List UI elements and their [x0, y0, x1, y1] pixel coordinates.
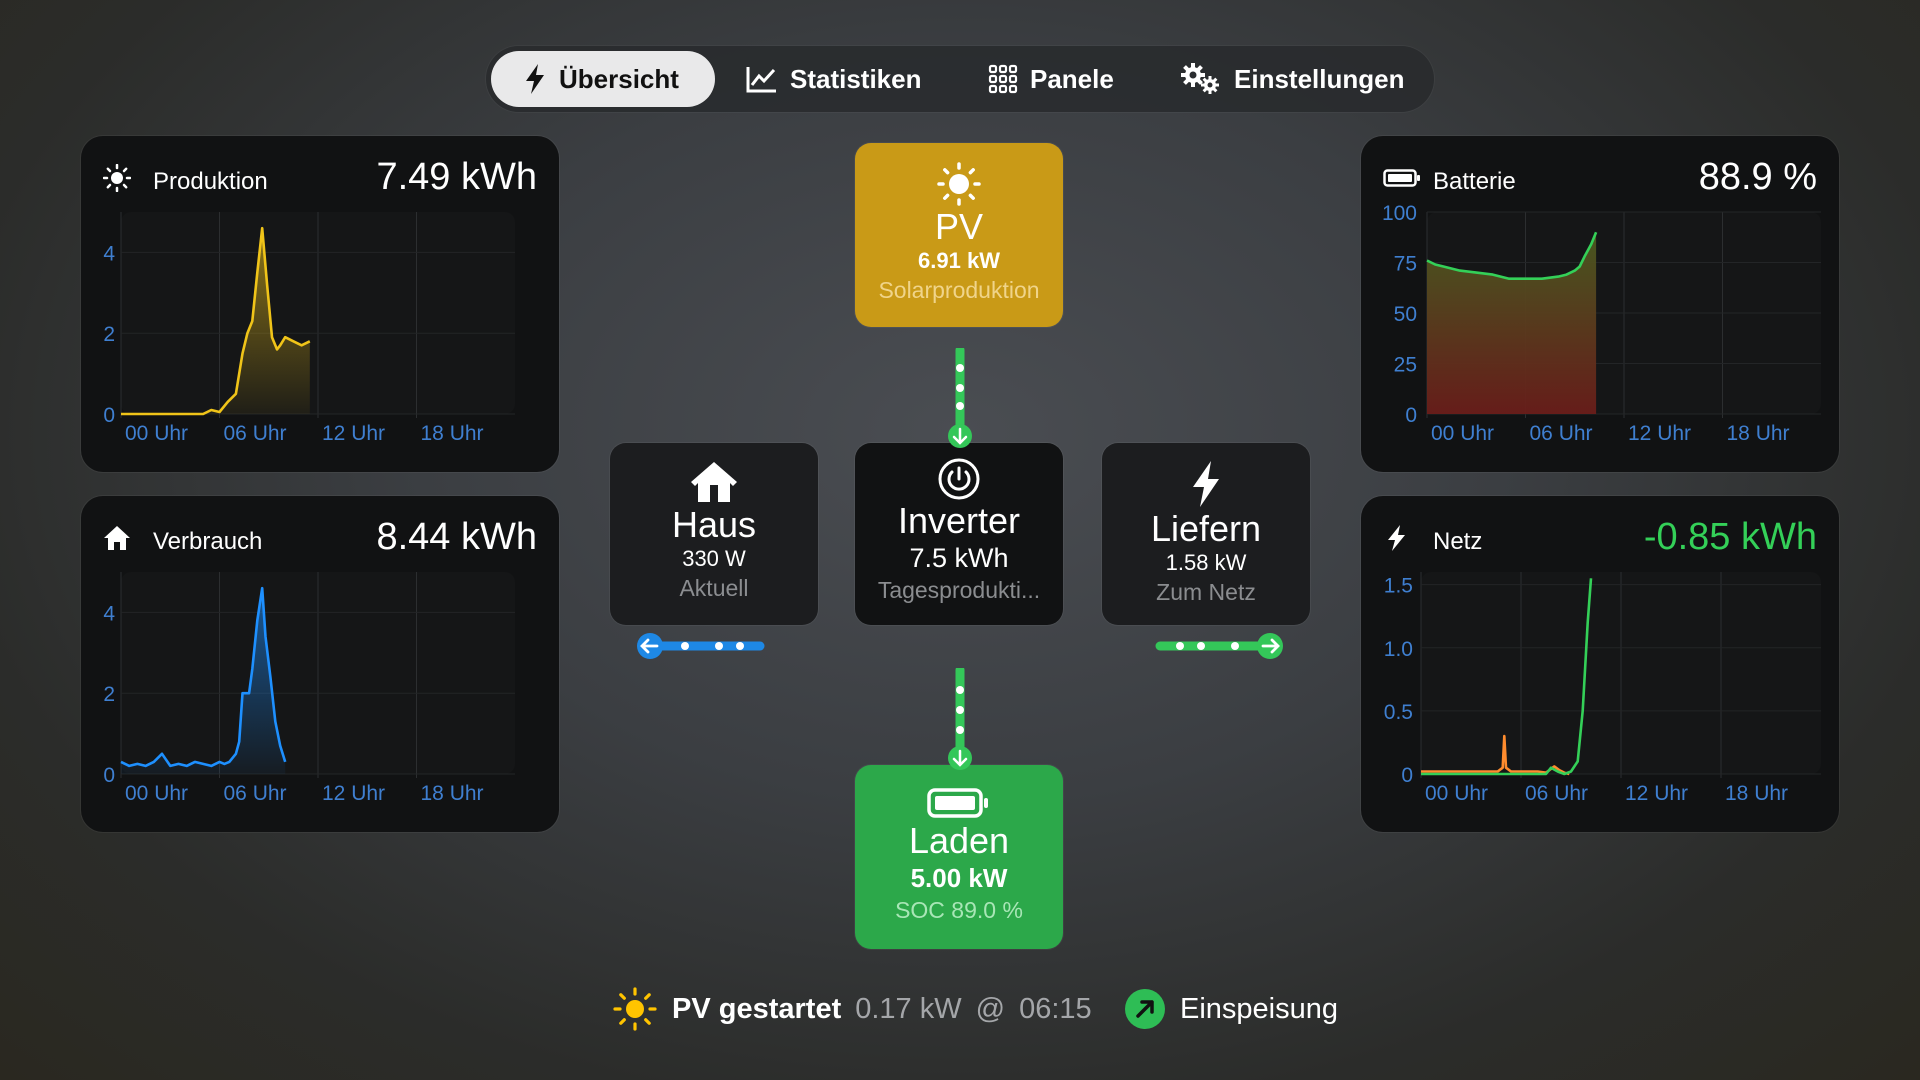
battery-subtitle: SOC 89.0 % [895, 897, 1023, 923]
verbrauch-chart: 00 Uhr 06 Uhr 12 Uhr 18 Uhr 0 2 4 [103, 572, 515, 805]
status-at: @ [975, 992, 1006, 1025]
inverter-node[interactable]: Inverter 7.5 kWh Tagesprodukti... [855, 443, 1063, 625]
gears-icon [1181, 63, 1219, 94]
y-tick-label: 50 [1394, 303, 1417, 326]
netz-chart: 00 Uhr 06 Uhr 12 Uhr 18 Uhr 0 0.5 1.0 1.5 [1384, 572, 1821, 805]
x-tick-label: 12 Uhr [1625, 782, 1688, 805]
bolt-icon [526, 64, 544, 94]
tab-label: Statistiken [790, 63, 922, 94]
tab-statistiken[interactable]: Statistiken [746, 51, 922, 107]
haus-subtitle: Aktuell [679, 575, 749, 601]
tab-label: Übersicht [559, 63, 679, 94]
battery-title: Laden [908, 820, 1010, 861]
x-tick-label: 00 Uhr [1425, 782, 1488, 805]
x-tick-label: 18 Uhr [421, 782, 484, 805]
haus-value: 330 W [682, 546, 746, 571]
x-tick-label: 00 Uhr [1431, 422, 1494, 445]
x-tick-label: 12 Uhr [322, 782, 385, 805]
y-tick-label: 25 [1394, 354, 1417, 377]
x-tick-label: 06 Uhr [224, 782, 287, 805]
tab-einstellungen[interactable]: Einstellungen [1180, 51, 1404, 107]
x-tick-label: 00 Uhr [125, 782, 188, 805]
sun-icon [937, 162, 981, 206]
y-tick-label: 0 [103, 404, 115, 427]
inverter-value: 7.5 kWh [909, 543, 1009, 573]
pv-title: PV [934, 206, 984, 247]
haus-title: Haus [671, 504, 757, 545]
status-feed-label: Einspeisung [1180, 992, 1338, 1025]
y-tick-label: 2 [103, 323, 115, 346]
x-tick-label: 12 Uhr [322, 422, 385, 445]
flow-inverter-to-battery [948, 668, 972, 770]
x-tick-label: 06 Uhr [1530, 422, 1593, 445]
y-tick-label: 0 [1401, 764, 1413, 787]
battery-value: 5.00 kW [910, 863, 1008, 893]
tab-uebersicht[interactable]: Übersicht [491, 51, 715, 107]
y-tick-label: 0 [103, 764, 115, 787]
x-tick-label: 06 Uhr [1525, 782, 1588, 805]
liefern-subtitle: Zum Netz [1156, 579, 1256, 605]
produktion-chart: 00 Uhr 06 Uhr 12 Uhr 18 Uhr 0 2 4 [103, 212, 515, 445]
house-icon [691, 462, 737, 502]
sun-icon [613, 987, 657, 1031]
pv-value: 6.91 kW [918, 248, 1000, 273]
flow-inverter-to-grid [1155, 633, 1283, 659]
status-pv-label: PV gestartet [672, 992, 842, 1025]
x-tick-label: 12 Uhr [1628, 422, 1691, 445]
haus-node[interactable]: Haus 330 W Aktuell [610, 443, 818, 625]
x-tick-label: 06 Uhr [224, 422, 287, 445]
card-netz[interactable]: Netz -0.85 kWh 00 Uhr 06 Uhr 12 Uhr 18 Uhr 0… [1361, 496, 1839, 832]
liefern-title: Liefern [1150, 508, 1262, 549]
card-batterie[interactable]: Batterie 88.9 % 00 Uhr 06 Uhr 12 Uhr 18 Uhr… [1361, 136, 1839, 472]
batterie-chart: 00 Uhr 06 Uhr 12 Uhr 18 Uhr 0 25 50 75 100 [1382, 202, 1821, 445]
y-tick-label: 2 [103, 683, 115, 706]
status-feed: Einspeisung [1124, 984, 1338, 1034]
top-navigation: Übersicht Statistiken Panele Einstellung… [486, 46, 1434, 112]
y-tick-label: 4 [103, 602, 115, 625]
status-pv: PV gestartet 0.17 kW @ 06:15 [612, 984, 1092, 1034]
y-tick-label: 4 [103, 242, 115, 265]
status-pv-detail: 0.17 kW [855, 992, 962, 1025]
tab-panele[interactable]: Panele [988, 51, 1114, 107]
inverter-subtitle: Tagesprodukti... [877, 577, 1041, 603]
liefern-value: 1.58 kW [1165, 550, 1247, 575]
x-tick-label: 00 Uhr [125, 422, 188, 445]
y-tick-label: 1.5 [1384, 575, 1413, 598]
bolt-icon [1193, 461, 1219, 507]
y-tick-label: 0.5 [1384, 701, 1413, 724]
grid-icon [988, 64, 1018, 94]
pv-subtitle: Solarproduktion [878, 277, 1040, 303]
card-verbrauch[interactable]: Verbrauch 8.44 kWh 00 Uhr 06 Uhr 12 Uhr 18 … [81, 496, 559, 832]
battery-node[interactable]: Laden 5.00 kW SOC 89.0 % [855, 765, 1063, 949]
x-tick-label: 18 Uhr [1727, 422, 1790, 445]
flow-pv-to-inverter [948, 348, 972, 448]
y-tick-label: 75 [1394, 253, 1417, 276]
y-tick-label: 0 [1405, 404, 1417, 427]
arrow-up-right-icon [1125, 989, 1165, 1029]
y-tick-label: 1.0 [1384, 638, 1413, 661]
status-time: 06:15 [1019, 992, 1092, 1025]
power-icon [938, 458, 980, 500]
tab-label: Einstellungen [1234, 63, 1405, 94]
tab-label: Panele [1030, 63, 1114, 94]
chart-line-icon [746, 67, 776, 93]
pv-node[interactable]: PV 6.91 kW Solarproduktion [855, 143, 1063, 327]
liefern-node[interactable]: Liefern 1.58 kW Zum Netz [1102, 443, 1310, 625]
card-produktion[interactable]: Produktion 7.49 kWh 00 Uhr 06 Uhr 12 Uhr 18… [81, 136, 559, 472]
battery-icon [927, 788, 988, 818]
x-tick-label: 18 Uhr [421, 422, 484, 445]
y-tick-label: 100 [1382, 202, 1417, 225]
inverter-title: Inverter [897, 500, 1021, 541]
x-tick-label: 18 Uhr [1725, 782, 1788, 805]
flow-inverter-to-haus [637, 633, 765, 659]
